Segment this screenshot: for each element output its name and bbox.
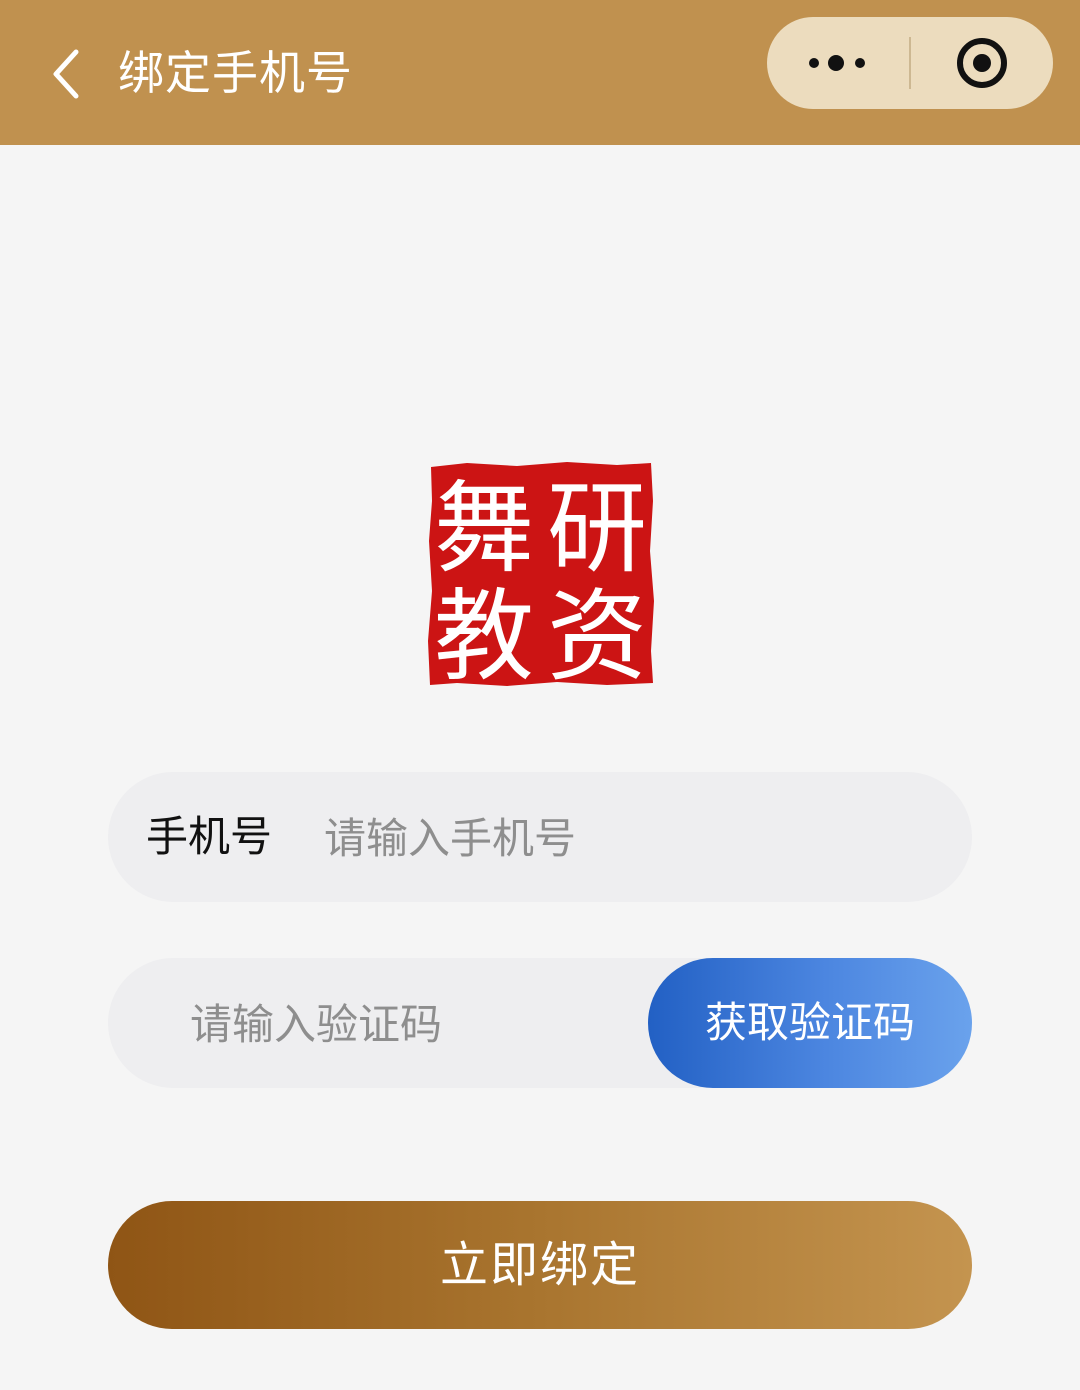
verification-code-input[interactable] xyxy=(188,983,632,1065)
top-nav-bar: 绑定手机号 xyxy=(0,0,1080,145)
seal-graphic: 舞 研 教 资 xyxy=(428,462,654,695)
close-mini-program-button[interactable] xyxy=(911,17,1053,109)
phone-label: 手机号 xyxy=(146,812,273,861)
bind-phone-page: 绑定手机号 舞 研 教 资 手机号 请输入手机号 请输入验证码 获取验证码 立即… xyxy=(0,0,1080,1390)
chevron-left-icon xyxy=(53,49,79,99)
more-button[interactable] xyxy=(767,17,909,109)
target-circle-icon xyxy=(957,38,1007,88)
mini-program-capsule xyxy=(767,17,1053,109)
get-code-button[interactable]: 获取验证码 xyxy=(648,958,972,1088)
phone-input[interactable] xyxy=(322,797,936,879)
back-button[interactable] xyxy=(40,44,92,104)
seal-char-3: 教 xyxy=(434,578,534,687)
seal-char-1: 舞 xyxy=(434,470,534,587)
more-dots-icon xyxy=(809,55,865,71)
bind-now-button[interactable]: 立即绑定 xyxy=(108,1201,972,1329)
phone-field-row: 手机号 xyxy=(108,772,972,902)
code-field-row: 获取验证码 xyxy=(108,958,972,1088)
brand-seal-logo: 舞 研 教 资 xyxy=(427,461,655,695)
page-title: 绑定手机号 xyxy=(118,46,353,100)
seal-char-4: 资 xyxy=(547,578,647,687)
seal-char-2: 研 xyxy=(547,470,647,587)
